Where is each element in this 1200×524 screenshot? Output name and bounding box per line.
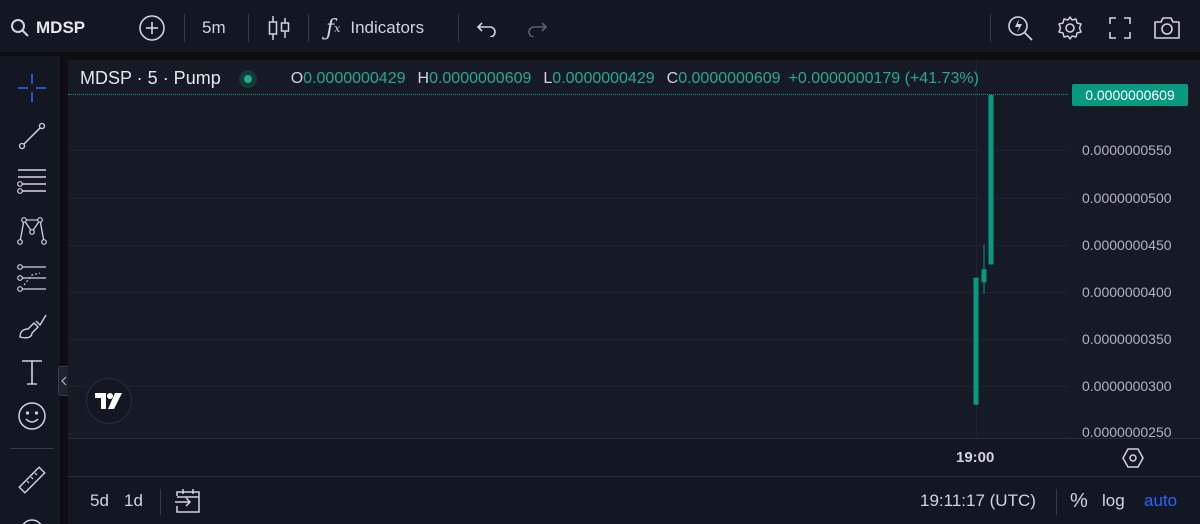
go-to-date-button[interactable] (174, 477, 202, 524)
close-key: C (666, 69, 679, 87)
fullscreen-button[interactable] (1108, 0, 1132, 56)
price-tick: 0.0000000400 (1082, 284, 1172, 300)
indicators-button[interactable]: ƒx Indicators (326, 0, 424, 56)
crosshair-tool[interactable] (12, 68, 52, 108)
screenshot-button[interactable] (1152, 0, 1182, 56)
high-key: H (417, 69, 430, 87)
price-tick: 0.0000000500 (1082, 190, 1172, 206)
indicators-label: Indicators (350, 18, 425, 37)
brush-tool[interactable] (12, 306, 52, 346)
chart-type-button[interactable] (266, 0, 292, 56)
smiley-icon (16, 400, 48, 432)
forecast-icon (16, 263, 48, 293)
candle-body (981, 269, 987, 283)
trend-line-icon (17, 121, 47, 151)
camera-icon (1152, 15, 1182, 41)
range-1d-button[interactable]: 1d (124, 477, 143, 524)
divider (1056, 489, 1057, 515)
symbol-name: MDSP (36, 18, 86, 37)
fullscreen-icon (1108, 16, 1132, 40)
trend-line-tool[interactable] (12, 116, 52, 156)
symbol-search-button[interactable]: MDSP (10, 0, 85, 56)
low-key: L (543, 69, 553, 87)
plus-circle-icon (138, 14, 166, 42)
divider (184, 14, 185, 42)
close-value: 0.0000000609 (678, 69, 781, 87)
price-tick: 0.0000000350 (1082, 331, 1172, 347)
top-toolbar: MDSP 5m ƒx Indicators (0, 0, 1200, 56)
lightning-search-icon (1006, 14, 1034, 42)
divider (10, 448, 54, 449)
price-tick: 0.0000000300 (1082, 378, 1172, 394)
ruler-icon (16, 464, 48, 496)
horizontal-lines-icon (16, 165, 48, 195)
candlestick-icon (266, 14, 292, 42)
interval-button[interactable]: 5m (202, 0, 226, 56)
drawing-toolbar (0, 56, 64, 524)
high-value: 0.0000000609 (429, 69, 532, 87)
compare-symbol-button[interactable] (138, 0, 166, 56)
ohlc-legend: MDSP · 5 · Pump O 0.0000000429 H 0.0000000… (80, 68, 979, 89)
price-tick: 0.0000000550 (1082, 142, 1172, 158)
fib-tool[interactable] (12, 160, 52, 200)
text-tool[interactable] (12, 352, 52, 392)
tradingview-logo-icon (95, 393, 122, 409)
clock-timezone-button[interactable]: 19:11:17 (UTC) (920, 477, 1036, 524)
axis-settings-button[interactable] (1122, 439, 1144, 477)
zoom-in-icon (18, 517, 46, 524)
divider (990, 14, 991, 42)
forecast-tool[interactable] (12, 258, 52, 298)
candle-body (988, 95, 994, 265)
percent-scale-button[interactable]: % (1070, 477, 1088, 524)
price-tick: 0.0000000450 (1082, 237, 1172, 253)
candle-body (973, 277, 979, 405)
pattern-icon (16, 214, 48, 246)
hexagon-settings-icon (1122, 447, 1144, 469)
measure-tool[interactable] (12, 460, 52, 500)
candlestick-series (973, 95, 994, 405)
divider (160, 489, 161, 515)
divider (248, 14, 249, 42)
last-price-label: 0.0000000609 (1072, 84, 1188, 106)
auto-scale-button[interactable]: auto (1144, 477, 1177, 524)
undo-icon (476, 19, 498, 37)
divider (308, 14, 309, 42)
settings-button[interactable] (1056, 0, 1084, 56)
range-5d-button[interactable]: 5d (90, 477, 109, 524)
open-value: 0.0000000429 (303, 69, 406, 87)
log-scale-button[interactable]: log (1102, 477, 1125, 524)
emoji-tool[interactable] (12, 396, 52, 436)
redo-icon (526, 19, 548, 37)
pattern-tool[interactable] (12, 210, 52, 250)
chart-pane[interactable]: MDSP · 5 · Pump O 0.0000000429 H 0.0000000… (68, 60, 1200, 440)
tradingview-logo[interactable] (86, 378, 132, 424)
calendar-go-to-icon (174, 488, 202, 514)
open-key: O (290, 69, 304, 87)
zoom-tool[interactable] (12, 506, 52, 524)
market-status-icon[interactable] (238, 69, 257, 88)
function-icon: ƒx (326, 15, 341, 41)
undo-button[interactable] (476, 0, 498, 56)
crosshair-icon (17, 73, 47, 103)
divider (458, 14, 459, 42)
time-tick: 19:00 (956, 449, 995, 466)
legend-title[interactable]: MDSP · 5 · Pump (80, 68, 221, 89)
quick-search-button[interactable] (1006, 0, 1034, 56)
brush-icon (16, 311, 48, 341)
chevron-left-icon (61, 376, 67, 386)
gear-icon (1056, 14, 1084, 42)
text-icon (19, 358, 45, 386)
redo-button[interactable] (526, 0, 548, 56)
bottom-toolbar: 5d 1d 19:11:17 (UTC) % log auto (68, 476, 1200, 524)
change-value: +0.0000000179 (+41.73%) (788, 69, 979, 87)
search-icon (10, 18, 30, 38)
low-value: 0.0000000429 (552, 69, 655, 87)
time-axis[interactable]: 19:00 (68, 438, 1200, 476)
